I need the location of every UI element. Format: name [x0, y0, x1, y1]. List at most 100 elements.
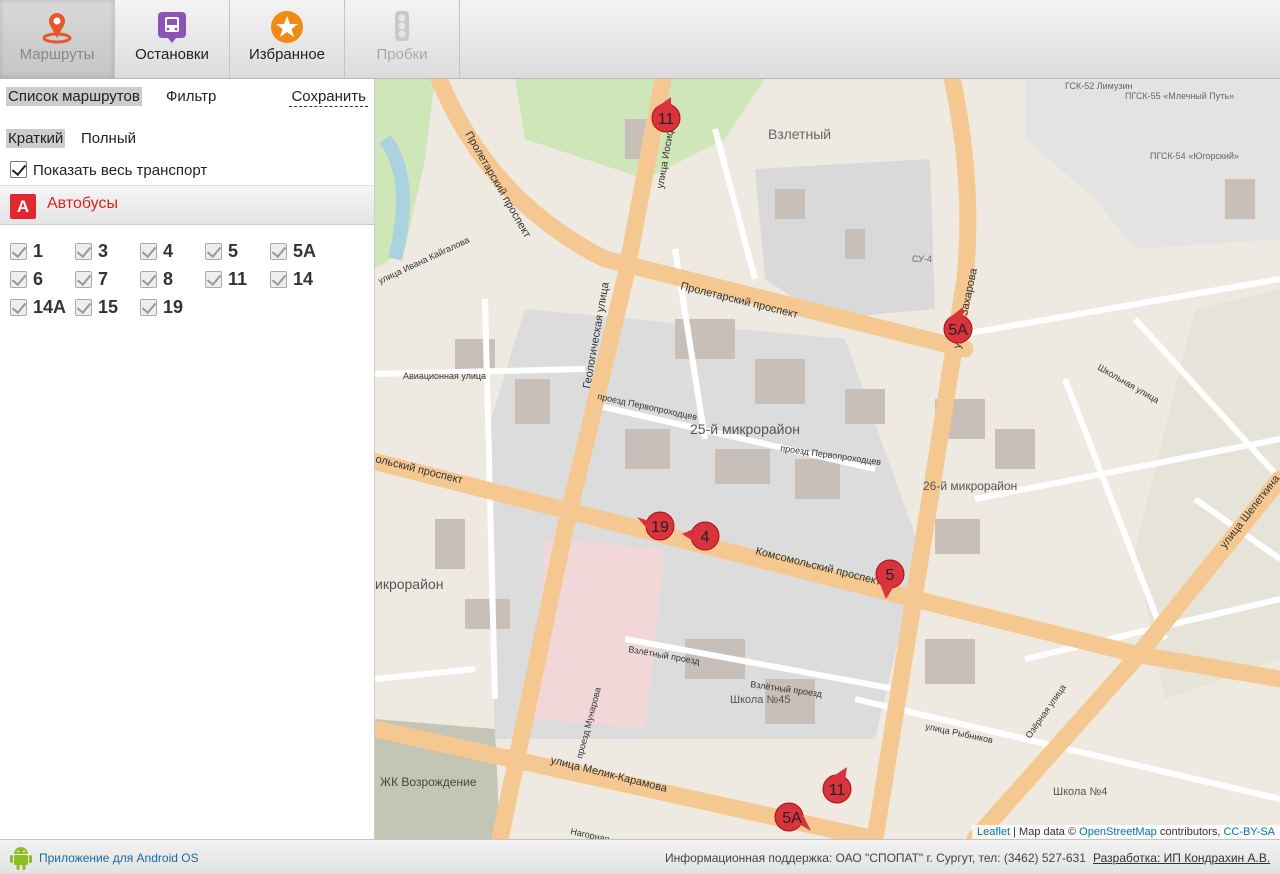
route-number: 14А [33, 297, 67, 317]
route-number: 14 [293, 269, 314, 289]
show-all-transport[interactable]: Показать весь транспорт [10, 161, 207, 179]
map-attribution: Leaflet | Map data © OpenStreetMap contr… [972, 825, 1280, 839]
bus-stop-icon [158, 12, 186, 43]
tab-brief[interactable]: Краткий [6, 129, 66, 148]
bus-group-name: Автобусы [47, 195, 118, 212]
tab-routes[interactable]: Маршруты [0, 0, 115, 78]
marker-label: 5А [782, 810, 802, 827]
place-label: Взлетный [768, 126, 831, 142]
route-number: 3 [98, 241, 109, 261]
route-checkbox[interactable] [75, 243, 92, 260]
map-canvas[interactable]: 25-й микрорайон 26-й микрорайон икрорайо… [375, 79, 1280, 839]
route-marker[interactable]: 11 [822, 767, 852, 804]
route-item[interactable]: 19 [140, 297, 205, 323]
route-number: 7 [98, 269, 109, 289]
garage-label: ПГСК-54 «Югорский» [1150, 151, 1239, 161]
garage-area [1025, 79, 1280, 249]
save-link[interactable]: Сохранить [289, 87, 368, 107]
marker-label: 4 [701, 529, 710, 546]
route-checkbox[interactable] [75, 271, 92, 288]
route-checkbox[interactable] [270, 271, 287, 288]
view-mode-tabs: Краткий Полный [6, 129, 368, 151]
osm-link[interactable]: OpenStreetMap [1079, 826, 1157, 838]
route-item[interactable]: 11 [205, 269, 270, 295]
leaflet-link[interactable]: Leaflet [977, 826, 1010, 838]
tab-traffic-label: Пробки [376, 46, 428, 63]
route-item[interactable]: 4 [140, 241, 205, 267]
route-number: 4 [163, 241, 174, 261]
marker-label: 11 [658, 111, 675, 128]
route-item[interactable]: 8 [140, 269, 205, 295]
developer-link[interactable]: Разработка: ИП Кондрахин А.В. [1093, 851, 1270, 865]
bus-group-header[interactable]: А Автобусы [0, 185, 374, 225]
attribution-text: contributors, [1156, 826, 1224, 838]
tab-filter[interactable]: Фильтр [164, 87, 218, 106]
route-number: 6 [33, 269, 44, 289]
route-item[interactable]: 15 [75, 297, 140, 323]
tab-full[interactable]: Полный [79, 129, 138, 148]
tab-stops[interactable]: Остановки [115, 0, 230, 78]
route-checkbox[interactable] [205, 271, 222, 288]
district-label: икрорайон [375, 576, 443, 592]
tab-favorites-label: Избранное [248, 46, 326, 63]
route-item[interactable]: 1 [10, 241, 75, 267]
traffic-light-icon [395, 11, 409, 41]
bus-badge: А [10, 194, 36, 219]
tab-favorites[interactable]: Избранное [230, 0, 345, 78]
marker-label: 5А [948, 322, 968, 339]
school-label: Школа №45 [730, 694, 791, 706]
main-toolbar: Маршруты Остановки Избранное Пробки [0, 0, 1280, 79]
tab-routes-label: Маршруты [19, 46, 95, 63]
route-pin-icon [42, 13, 72, 44]
route-checkbox[interactable] [205, 243, 222, 260]
route-checkbox[interactable] [270, 243, 287, 260]
android-app-link[interactable]: Приложение для Android OS [39, 851, 199, 865]
route-checkbox[interactable] [75, 299, 92, 316]
star-icon [271, 11, 303, 43]
street-label: Авиационная улица [403, 371, 486, 381]
route-number: 19 [163, 297, 184, 317]
route-number: 15 [98, 297, 119, 317]
support-info: Информационная поддержка: ОАО "СПОПАТ" г… [665, 851, 1086, 865]
tab-stops-label: Остановки [135, 46, 209, 63]
place-label: ЖК Возрождение [380, 775, 477, 789]
android-icon [10, 847, 32, 870]
route-number: 5 [228, 241, 239, 261]
route-checkbox[interactable] [140, 243, 157, 260]
route-item[interactable]: 7 [75, 269, 140, 295]
license-link[interactable]: CC-BY-SA [1223, 826, 1275, 838]
routes-sidebar: Список маршрутов Фильтр Сохранить Кратки… [0, 79, 375, 839]
tab-route-list[interactable]: Список маршрутов [6, 87, 142, 106]
route-checkbox[interactable] [10, 271, 27, 288]
street-label: Школьная улица [1096, 362, 1161, 405]
route-checkbox[interactable] [140, 271, 157, 288]
route-item[interactable]: 5 [205, 241, 270, 267]
garage-label: ПГСК-55 «Млечный Путь» [1125, 91, 1234, 101]
route-item[interactable]: 14А [10, 297, 75, 323]
route-checkbox[interactable] [140, 299, 157, 316]
marker-label: 5 [886, 567, 895, 584]
garage-label: ГСК-52 Лимузин [1065, 81, 1133, 91]
marker-label: 19 [651, 519, 669, 536]
route-number: 8 [163, 269, 174, 289]
street-label: Нагорная [570, 826, 611, 839]
attribution-text: | Map data © [1010, 826, 1080, 838]
route-item[interactable]: 6 [10, 269, 75, 295]
show-all-checkbox[interactable] [10, 161, 27, 178]
school-label: Школа №4 [1053, 786, 1107, 798]
route-number: 11 [228, 269, 248, 289]
district-label: 26-й микрорайон [923, 479, 1017, 493]
sidebar-tabs: Список маршрутов Фильтр Сохранить [6, 87, 368, 109]
tab-traffic[interactable]: Пробки [345, 0, 460, 78]
route-checkbox[interactable] [10, 243, 27, 260]
show-all-label: Показать весь транспорт [33, 162, 208, 179]
route-number: 5А [293, 241, 317, 261]
footer: Приложение для Android OS Информационная… [0, 839, 1280, 874]
route-item[interactable]: 14 [270, 269, 335, 295]
route-item[interactable]: 3 [75, 241, 140, 267]
place-label: СУ-4 [912, 254, 932, 264]
map-view[interactable]: 25-й микрорайон 26-й микрорайон икрорайо… [375, 79, 1280, 839]
route-checkbox[interactable] [10, 299, 27, 316]
route-item[interactable]: 5А [270, 241, 335, 267]
street-label: Пролетарский проспект [462, 130, 533, 240]
